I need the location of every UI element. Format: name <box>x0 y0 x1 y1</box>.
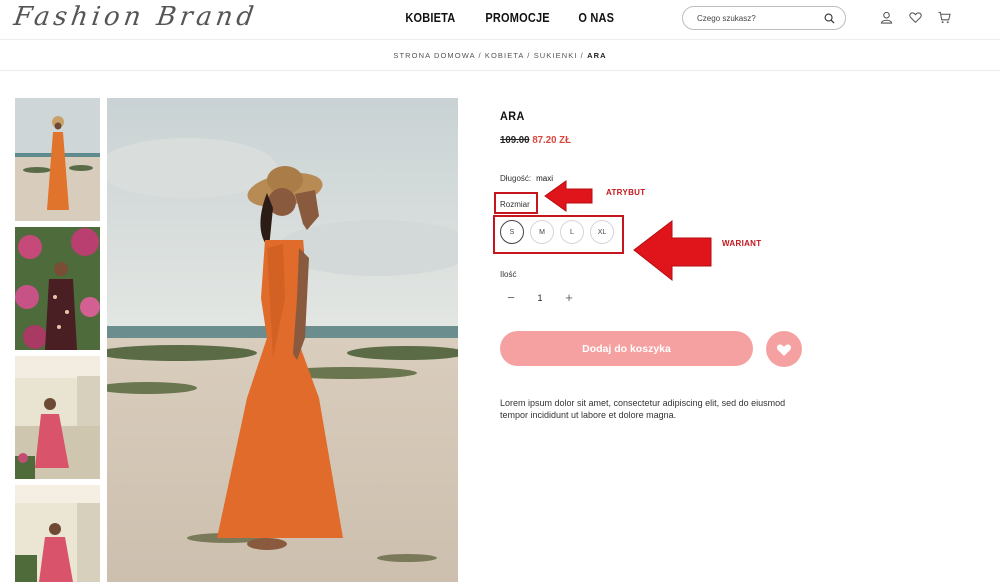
size-option-l[interactable]: L <box>560 220 584 244</box>
breadcrumb-separator: / <box>475 51 485 60</box>
search-box <box>682 6 846 30</box>
size-option-xl[interactable]: XL <box>590 220 614 244</box>
size-option-s[interactable]: S <box>500 220 524 244</box>
breadcrumb: STRONA DOMOWA / KOBIETA / SUKIENKI / ARA <box>0 40 1000 71</box>
thumbnail-1[interactable] <box>15 98 100 221</box>
nav-o-nas[interactable]: O NAS <box>578 11 614 25</box>
product-main-image[interactable] <box>107 98 458 582</box>
nav-promocje[interactable]: PROMOCJE <box>485 11 549 25</box>
wishlist-button[interactable] <box>766 331 802 367</box>
sale-price: 87.20 ZŁ <box>532 134 571 146</box>
search-icon[interactable] <box>824 13 835 24</box>
variant-annotation: WARIANT <box>722 239 762 248</box>
quantity-increase-button[interactable]: + <box>563 290 575 306</box>
nav-kobieta[interactable]: KOBIETA <box>405 11 455 25</box>
size-options: S M L XL <box>500 220 614 244</box>
quantity-value[interactable]: 1 <box>517 293 563 303</box>
attribute-arrow <box>544 180 593 212</box>
search-input[interactable] <box>697 11 817 26</box>
size-option-m[interactable]: M <box>530 220 554 244</box>
breadcrumb-current: ARA <box>587 51 607 60</box>
length-label: Długość: <box>500 174 532 183</box>
old-price: 109.00 <box>500 134 530 146</box>
cart-icon[interactable] <box>938 11 951 24</box>
variant-arrow <box>633 219 712 282</box>
product-description: Lorem ipsum dolor sit amet, consectetur … <box>500 398 786 420</box>
attribute-annotation: ATRYBUT <box>606 188 646 197</box>
header-icons <box>880 11 951 24</box>
quantity-label: Ilość <box>500 270 517 279</box>
thumbnail-3[interactable] <box>15 356 100 479</box>
user-icon[interactable] <box>880 11 893 24</box>
length-value: maxi <box>536 174 554 183</box>
breadcrumb-sukienki[interactable]: SUKIENKI <box>534 51 578 60</box>
breadcrumb-separator: / <box>524 51 534 60</box>
heart-icon[interactable] <box>909 11 922 24</box>
product-page: Fashion Brand KOBIETA PROMOCJE O NAS STR… <box>0 0 1000 582</box>
heart-filled-icon <box>776 344 792 356</box>
quantity-stepper: − 1 + <box>505 290 575 306</box>
length-attribute: Długość: maxi <box>500 174 553 183</box>
breadcrumb-kobieta[interactable]: KOBIETA <box>485 51 524 60</box>
thumbnail-4[interactable] <box>15 485 100 582</box>
breadcrumb-home[interactable]: STRONA DOMOWA <box>393 51 475 60</box>
product-title: ARA <box>500 109 525 123</box>
site-header: Fashion Brand KOBIETA PROMOCJE O NAS <box>0 0 1000 40</box>
quantity-decrease-button[interactable]: − <box>505 290 517 306</box>
add-to-cart-button[interactable]: Dodaj do koszyka <box>500 331 753 366</box>
size-label: Rozmiar <box>500 200 530 209</box>
brand-logo[interactable]: Fashion Brand <box>12 2 259 32</box>
product-price: 109.00 87.20 ZŁ <box>500 134 571 146</box>
thumbnail-2[interactable] <box>15 227 100 350</box>
breadcrumb-separator: / <box>577 51 588 60</box>
main-nav: KOBIETA PROMOCJE O NAS <box>402 11 616 25</box>
